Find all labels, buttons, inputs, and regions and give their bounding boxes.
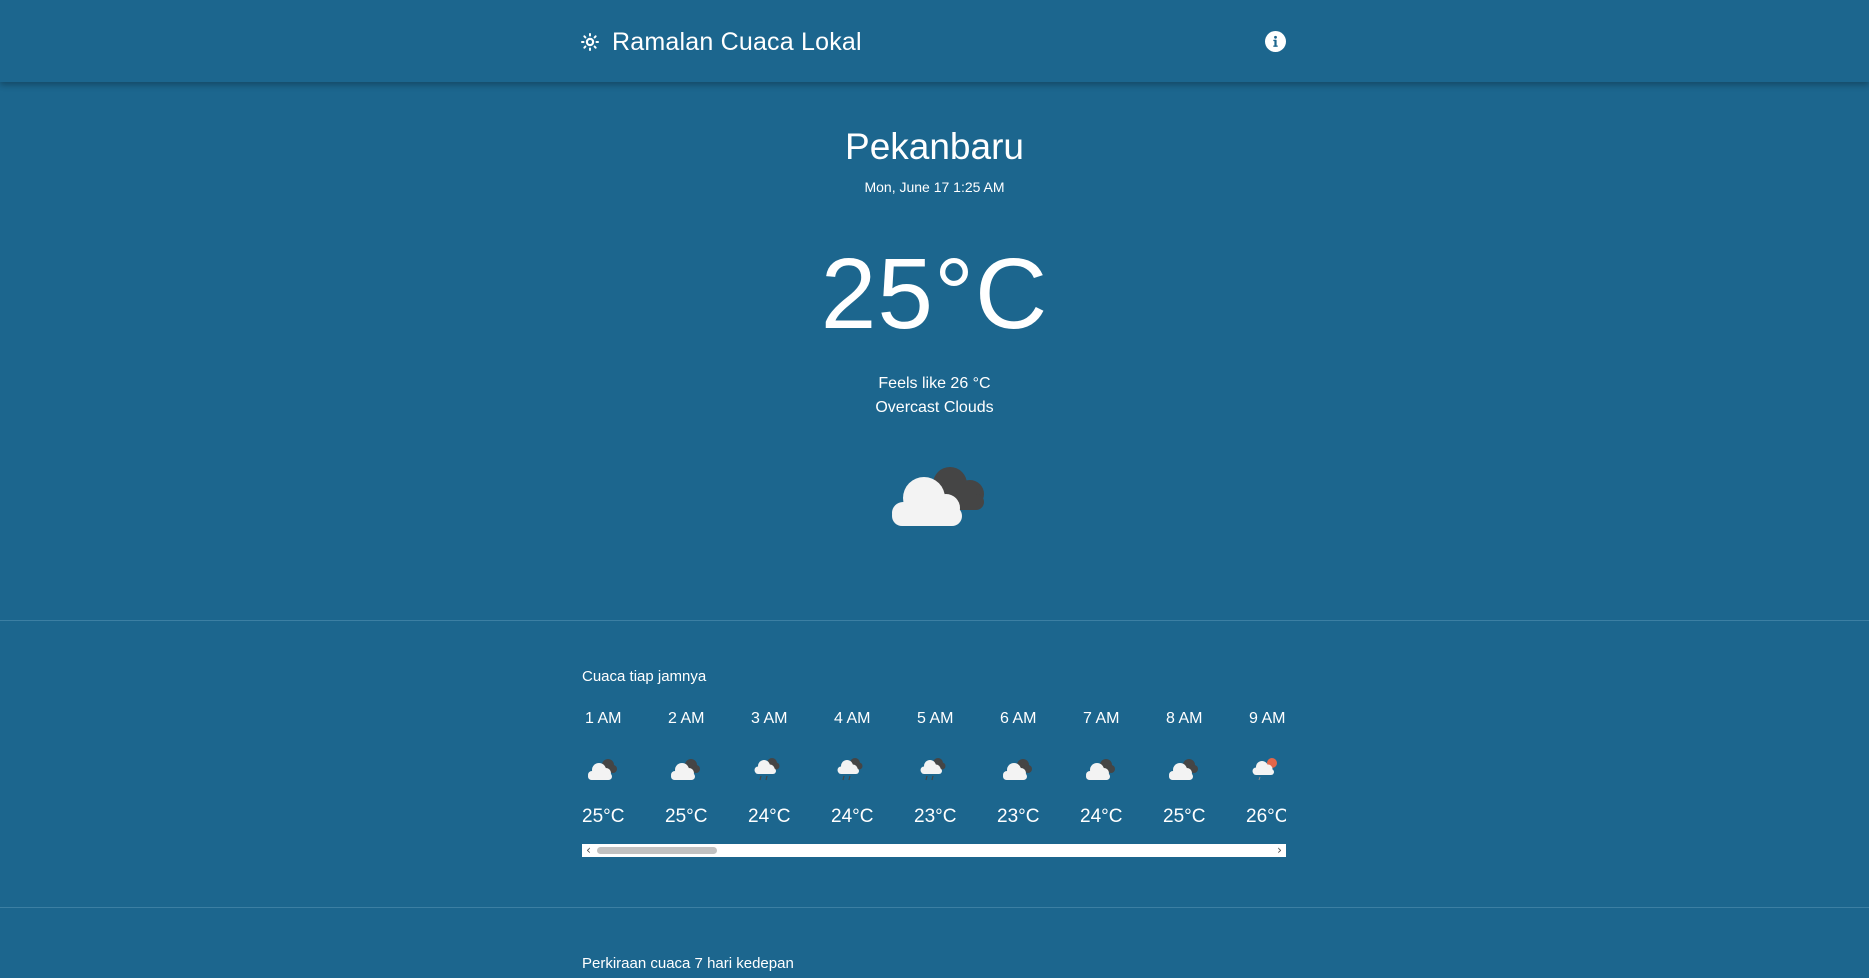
cloud-night-icon	[584, 756, 620, 784]
hour-temperature: 25°C	[1163, 806, 1206, 827]
hourly-item: 2 AM 25°C	[665, 706, 735, 842]
cloud-rain-icon	[916, 756, 952, 784]
scrollbar-thumb[interactable]	[597, 847, 717, 854]
current-datetime: Mon, June 17 1:25 AM	[864, 179, 1005, 195]
hourly-item: 9 AM 26°C	[1246, 706, 1286, 842]
hourly-item: 4 AM 24°C	[831, 706, 901, 842]
app-header: Ramalan Cuaca Lokal	[0, 0, 1869, 82]
app-title: Ramalan Cuaca Lokal	[612, 27, 862, 56]
hour-temperature: 24°C	[831, 806, 874, 827]
current-temperature: 25°C	[820, 238, 1049, 350]
hour-temperature: 25°C	[665, 806, 708, 827]
hour-time: 8 AM	[1166, 710, 1203, 727]
weather-app: Ramalan Cuaca Lokal Pekanbaru Mon, June …	[0, 0, 1869, 978]
cloud-night-icon	[999, 756, 1035, 784]
hour-temperature: 24°C	[1080, 806, 1123, 827]
hourly-scroll-area[interactable]: 1 AM 25°C 2 AM 25°C 3 AM 24°C 4 AM 24°C 5 AM 23°C…	[582, 706, 1286, 842]
hour-time: 5 AM	[917, 710, 954, 727]
sun-icon	[580, 32, 600, 52]
hourly-item: 8 AM 25°C	[1163, 706, 1233, 842]
cloud-night-icon	[667, 756, 703, 784]
cloud-night-icon	[1165, 756, 1201, 784]
hour-temperature: 24°C	[748, 806, 791, 827]
scroll-right-arrow-icon[interactable]: ›	[1273, 844, 1286, 857]
hour-temperature: 25°C	[582, 806, 625, 827]
weekly-title: Perkiraan cuaca 7 hari kedepan	[582, 955, 794, 972]
hourly-item: 5 AM 23°C	[914, 706, 984, 842]
feels-like: Feels like 26 °C	[878, 375, 991, 392]
hour-time: 9 AM	[1249, 710, 1286, 727]
hour-time: 6 AM	[1000, 710, 1037, 727]
section-divider	[0, 620, 1869, 621]
hourly-forecast: Cuaca tiap jamnya 1 AM 25°C 2 AM 25°C 3 AM 24…	[582, 668, 1286, 827]
hourly-item: 3 AM 24°C	[748, 706, 818, 842]
hour-temperature: 23°C	[914, 806, 957, 827]
cloud-sun-icon	[1248, 756, 1284, 784]
weather-description: Overcast Clouds	[875, 399, 994, 416]
info-icon	[1273, 35, 1278, 47]
overcast-clouds-icon	[878, 456, 990, 536]
hour-time: 2 AM	[668, 710, 705, 727]
hourly-item: 6 AM 23°C	[997, 706, 1067, 842]
hourly-item: 1 AM 25°C	[582, 706, 652, 842]
info-button[interactable]	[1265, 31, 1286, 52]
hour-temperature: 23°C	[997, 806, 1040, 827]
hourly-scrollbar[interactable]: ‹ ›	[582, 844, 1286, 857]
hour-temperature: 26°C	[1246, 806, 1286, 827]
section-divider	[0, 907, 1869, 908]
current-weather: Pekanbaru Mon, June 17 1:25 AM 25°C Feel…	[0, 82, 1869, 620]
hourly-item: 7 AM 24°C	[1080, 706, 1150, 842]
hourly-title: Cuaca tiap jamnya	[582, 668, 707, 685]
city-name: Pekanbaru	[845, 126, 1024, 167]
hour-time: 7 AM	[1083, 710, 1120, 727]
cloud-rain-icon	[750, 756, 786, 784]
hour-time: 4 AM	[834, 710, 871, 727]
cloud-night-icon	[1082, 756, 1118, 784]
hour-time: 3 AM	[751, 710, 788, 727]
brand[interactable]: Ramalan Cuaca Lokal	[580, 24, 862, 60]
hour-time: 1 AM	[585, 710, 622, 727]
cloud-rain-icon	[833, 756, 869, 784]
scroll-left-arrow-icon[interactable]: ‹	[582, 844, 595, 857]
